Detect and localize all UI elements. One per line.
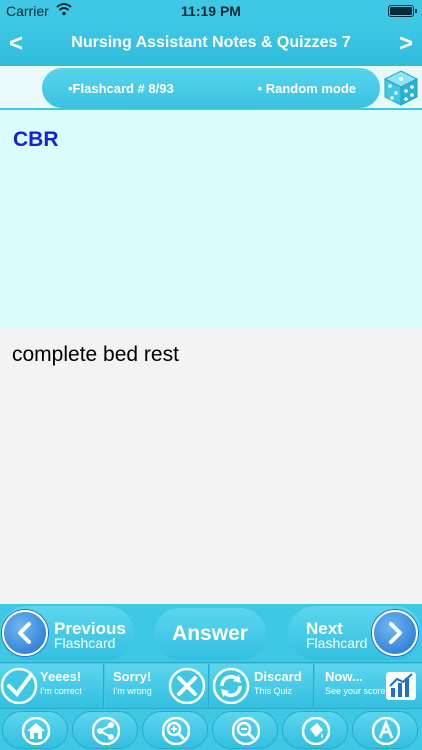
see-score-button[interactable]: Now... See your score xyxy=(315,664,422,708)
share-button[interactable] xyxy=(72,711,138,749)
chart-icon xyxy=(382,666,420,704)
question-panel: CBR xyxy=(0,110,422,328)
previous-flashcard-button[interactable]: Previous Flashcard xyxy=(0,606,134,660)
arrow-right-icon xyxy=(372,610,418,656)
next-flashcard-button[interactable]: Next Flashcard xyxy=(288,606,422,660)
home-button[interactable] xyxy=(2,711,68,749)
discard-label: Discard xyxy=(254,669,302,684)
battery-icon xyxy=(388,5,417,17)
correct-button[interactable]: Yeees! I'm correct xyxy=(0,664,104,708)
theme-color-button[interactable] xyxy=(282,711,348,749)
quiz-actions: Yeees! I'm correct Sorry! I'm wrong Disc… xyxy=(0,662,422,708)
score-label: Now... xyxy=(325,669,363,684)
flashcard-controls: Previous Flashcard Answer Next Flashcard xyxy=(0,604,422,662)
answer-text: complete bed rest xyxy=(12,343,179,366)
wrong-label: Sorry! xyxy=(113,669,152,684)
flashcard-info-bar: •Flashcard # 8/93 • Random mode xyxy=(0,66,422,110)
discard-quiz-button[interactable]: Discard This Quiz xyxy=(210,664,314,708)
bottom-toolbar xyxy=(0,708,422,750)
cross-icon xyxy=(168,666,206,705)
page-title: Nursing Assistant Notes & Quizzes 7 xyxy=(71,34,351,51)
status-bar: Carrier 11:19 PM xyxy=(0,0,422,22)
flashcard-counter: •Flashcard # 8/93 xyxy=(68,81,174,96)
next-chapter-button[interactable]: > xyxy=(394,30,418,58)
recycle-icon xyxy=(212,666,250,705)
flashcard-info-pill: •Flashcard # 8/93 • Random mode xyxy=(42,68,380,108)
question-text: CBR xyxy=(13,128,59,151)
random-mode-label: • Random mode xyxy=(257,81,356,96)
previous-sublabel: Flashcard xyxy=(54,635,116,651)
score-sublabel: See your score xyxy=(325,686,386,696)
previous-chapter-button[interactable]: < xyxy=(4,30,28,58)
font-button[interactable] xyxy=(352,711,418,749)
wrong-button[interactable]: Sorry! I'm wrong xyxy=(105,664,209,708)
title-bar: < Nursing Assistant Notes & Quizzes 7 > xyxy=(0,22,422,66)
correct-label: Yeees! xyxy=(40,669,82,684)
correct-sublabel: I'm correct xyxy=(40,686,82,696)
answer-button[interactable]: Answer xyxy=(154,608,266,660)
next-sublabel: Flashcard xyxy=(306,635,368,651)
answer-panel: complete bed rest xyxy=(0,328,422,604)
zoom-in-button[interactable] xyxy=(142,711,208,749)
clock: 11:19 PM xyxy=(181,3,241,19)
zoom-out-button[interactable] xyxy=(212,711,278,749)
checkmark-icon xyxy=(0,666,38,705)
dice-icon[interactable] xyxy=(382,69,420,107)
arrow-left-icon xyxy=(2,610,48,656)
discard-sublabel: This Quiz xyxy=(254,686,293,696)
wrong-sublabel: I'm wrong xyxy=(113,686,152,696)
